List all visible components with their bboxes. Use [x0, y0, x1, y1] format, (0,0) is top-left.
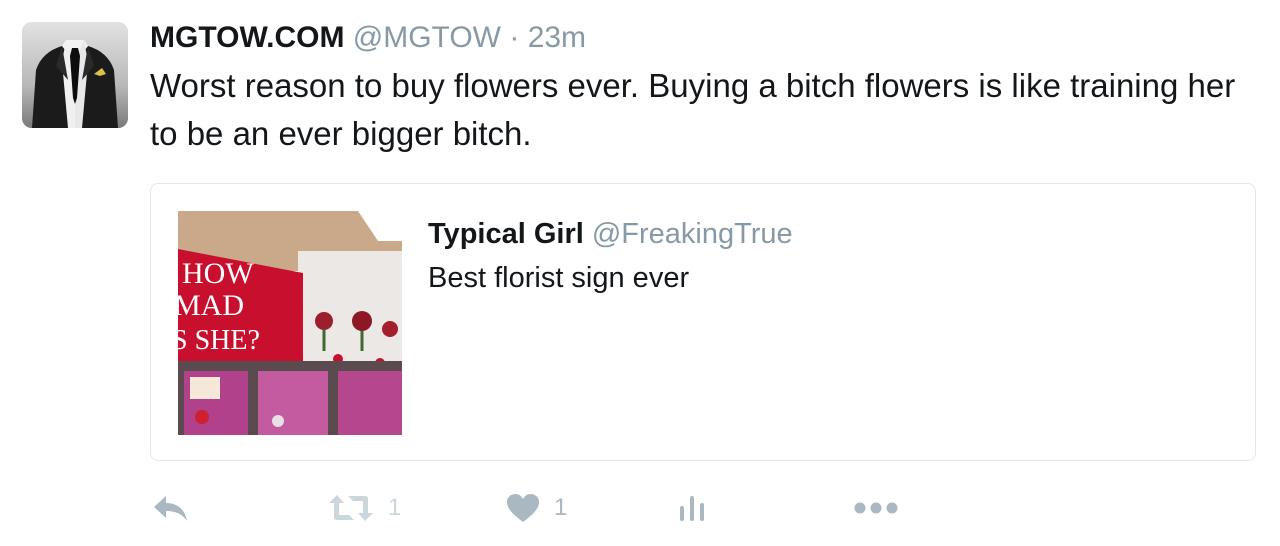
more-icon: [854, 502, 898, 514]
tweet-text: Worst reason to buy flowers ever. Buying…: [150, 67, 1236, 152]
author-avatar[interactable]: [22, 22, 128, 128]
quoted-tweet-header: Typical Girl @FreakingTrue: [428, 214, 793, 254]
sign-text-line-2: MAD: [178, 289, 244, 322]
like-button[interactable]: 1: [506, 486, 567, 530]
tweet-header: MGTOW.COM @MGTOW · 23m: [150, 18, 586, 58]
author-handle[interactable]: @MGTOW: [353, 21, 501, 54]
heart-icon: [507, 494, 539, 522]
sign-text-line-1: HOW: [182, 257, 254, 290]
sign-text-line-3: S SHE?: [178, 325, 260, 356]
analytics-button[interactable]: [678, 486, 706, 530]
retweet-icon: [329, 495, 373, 521]
florist-sign-photo: HOW MAD S SHE?: [178, 211, 402, 435]
reply-button[interactable]: [152, 486, 190, 530]
quoted-tweet-image[interactable]: HOW MAD S SHE?: [178, 211, 402, 435]
quoted-tweet-text: Best florist sign ever: [428, 262, 690, 294]
like-count: 1: [554, 494, 568, 521]
quoted-author-handle[interactable]: @FreakingTrue: [592, 218, 793, 250]
header-separator: ·: [509, 21, 520, 54]
reply-icon: [154, 496, 187, 521]
tweet-timestamp[interactable]: 23m: [528, 21, 586, 54]
author-name[interactable]: MGTOW.COM: [150, 21, 344, 54]
retweet-count: 1: [388, 494, 402, 521]
analytics-icon: [680, 496, 704, 521]
quoted-tweet-card[interactable]: HOW MAD S SHE? Typical Girl @FreakingTru…: [150, 183, 1256, 461]
tweet-action-bar: 1 1: [150, 486, 1250, 530]
suit-avatar-image: [22, 22, 128, 128]
more-options-button[interactable]: [854, 486, 898, 530]
retweet-button[interactable]: 1: [328, 486, 401, 530]
quoted-author-name[interactable]: Typical Girl: [428, 218, 584, 250]
